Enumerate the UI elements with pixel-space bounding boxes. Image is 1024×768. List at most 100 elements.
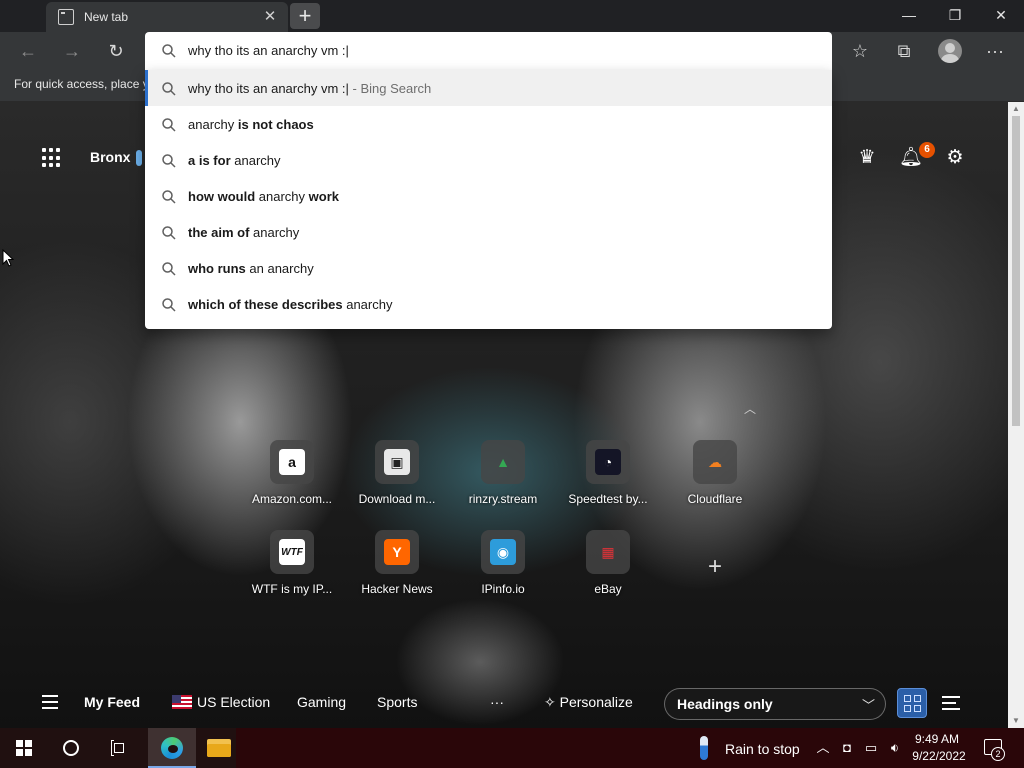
quick-link-tile[interactable]: ▣ Download m... xyxy=(351,440,443,506)
favorites-star-icon[interactable]: ☆ xyxy=(848,39,872,63)
profile-avatar[interactable] xyxy=(938,39,962,63)
settings-gear-icon[interactable]: ⚙ xyxy=(943,146,967,170)
quick-link-tile[interactable]: ☁ Cloudflare xyxy=(669,440,761,506)
search-suggestion[interactable]: why tho its an anarchy vm :| - Bing Sear… xyxy=(145,70,832,106)
search-icon xyxy=(162,190,176,204)
notification-count-badge: 6 xyxy=(919,142,935,158)
quick-link-icon-frame: a xyxy=(270,440,314,484)
quick-link-icon-frame: ◉ xyxy=(481,530,525,574)
weather-status-text[interactable]: Rain to stop xyxy=(725,741,800,757)
favorites-hint-text: For quick access, place y xyxy=(14,77,149,91)
ebay-icon: ▦ xyxy=(601,543,615,560)
meet-now-icon[interactable]: ◘ xyxy=(839,740,855,756)
app-launcher-icon[interactable] xyxy=(42,148,62,168)
suggestion-emphasis: is not chaos xyxy=(237,117,314,132)
refresh-icon[interactable]: ↻ xyxy=(104,39,128,63)
close-window-button[interactable]: ✕ xyxy=(978,0,1024,30)
suggestion-text: a is for anarchy xyxy=(188,153,281,168)
suggestion-fragment: an anarchy xyxy=(249,261,314,276)
search-icon xyxy=(162,154,176,168)
quick-link-tile[interactable]: ▲ rinzry.stream xyxy=(457,440,549,506)
weather-thermometer-icon xyxy=(136,150,142,166)
file-explorer-icon[interactable] xyxy=(207,739,231,757)
amazon-icon: a xyxy=(279,449,305,475)
search-suggestion[interactable]: the aim of anarchy xyxy=(145,214,832,250)
wtf-icon: WTF xyxy=(279,539,305,565)
suggestion-emphasis: work xyxy=(308,189,339,204)
collections-icon[interactable]: ⧉ xyxy=(892,39,916,63)
suggestion-text: the aim of anarchy xyxy=(188,225,299,240)
search-icon xyxy=(162,44,176,58)
quick-link-tile[interactable]: ◉ IPinfo.io xyxy=(457,530,549,596)
quick-link-label: Amazon.com... xyxy=(251,492,333,506)
tab-actions-menu[interactable] xyxy=(0,0,46,32)
search-icon xyxy=(162,82,176,96)
search-suggestion[interactable]: a is for anarchy xyxy=(145,142,832,178)
feed-tab-sports[interactable]: Sports xyxy=(377,694,417,710)
speedtest-icon: ◔ xyxy=(595,449,621,475)
windows-start-icon[interactable] xyxy=(16,740,32,756)
rewards-trophy-icon[interactable]: ♛ xyxy=(855,146,879,170)
feed-tab-gaming[interactable]: Gaming xyxy=(297,694,346,710)
quick-link-tile[interactable]: ▦ eBay xyxy=(562,530,654,596)
suggestion-text: why tho its an anarchy vm :| - Bing Sear… xyxy=(188,81,431,96)
clock-time[interactable]: 9:49 AM xyxy=(902,732,972,746)
quick-link-tile[interactable]: a Amazon.com... xyxy=(246,440,338,506)
feed-layout-select[interactable]: Headings only ﹀ xyxy=(664,688,886,720)
feed-tab-us-election-label: US Election xyxy=(197,694,271,710)
mouse-cursor-icon xyxy=(2,249,14,267)
weather-location[interactable]: Bronx xyxy=(90,149,130,165)
suggestion-emphasis: a is for xyxy=(188,153,235,168)
quick-link-label: Cloudflare xyxy=(687,492,743,506)
cortana-search-icon[interactable] xyxy=(63,740,79,756)
quick-link-icon-frame: ▦ xyxy=(586,530,630,574)
task-view-icon[interactable] xyxy=(111,740,127,756)
scroll-up-arrow-icon[interactable]: ▲ xyxy=(1008,102,1024,116)
add-quick-link-button[interactable]: + xyxy=(700,552,730,582)
clock-date[interactable]: 9/22/2022 xyxy=(904,749,974,763)
address-bar-input[interactable]: why tho its an anarchy vm :| xyxy=(188,43,349,58)
feed-more-button[interactable]: ··· xyxy=(490,694,504,710)
quick-link-label: IPinfo.io xyxy=(481,582,525,596)
quick-link-tile[interactable]: Y Hacker News xyxy=(351,530,443,596)
search-suggestion[interactable]: how would anarchy work xyxy=(145,178,832,214)
minimize-button[interactable]: — xyxy=(886,0,932,30)
tab-close-button[interactable]: ✕ xyxy=(260,7,280,27)
quick-link-tile[interactable]: ◔ Speedtest by... xyxy=(562,440,654,506)
feed-tab-my-feed[interactable]: My Feed xyxy=(84,694,140,710)
new-tab-button[interactable]: + xyxy=(290,3,320,29)
network-icon[interactable]: ▭ xyxy=(863,740,879,756)
edge-taskbar-button[interactable] xyxy=(148,728,196,768)
search-suggestion[interactable]: anarchy is not chaos xyxy=(145,106,832,142)
title-bar: New tab ✕ + — ❐ ✕ xyxy=(0,0,1024,32)
forward-icon[interactable]: → xyxy=(60,39,84,63)
quick-link-tile[interactable]: WTF WTF is my IP... xyxy=(246,530,338,596)
google-drive-icon: ▲ xyxy=(496,454,510,470)
more-options-icon[interactable]: ··· xyxy=(983,39,1007,63)
search-suggestion[interactable]: which of these describes anarchy xyxy=(145,286,832,322)
back-icon[interactable]: ← xyxy=(16,39,40,63)
quick-link-label: eBay xyxy=(594,582,622,596)
scroll-down-arrow-icon[interactable]: ▼ xyxy=(1008,714,1024,728)
quick-link-label: Download m... xyxy=(358,492,436,506)
quick-link-icon-frame: ☁ xyxy=(693,440,737,484)
suggestion-fragment: anarchy xyxy=(234,153,281,168)
show-hidden-icons-chevron-icon[interactable]: ︿ xyxy=(815,740,831,756)
collapse-chevron-up-icon[interactable]: ︿ xyxy=(742,400,758,416)
personalize-button[interactable]: ✧ Personalize xyxy=(544,694,633,711)
restore-button[interactable]: ❐ xyxy=(932,0,978,30)
quick-link-icon-frame: ▣ xyxy=(375,440,419,484)
weather-rain-icon[interactable] xyxy=(700,736,708,760)
suggestion-text: anarchy is not chaos xyxy=(188,117,314,132)
search-icon xyxy=(162,298,176,312)
address-bar[interactable]: why tho its an anarchy vm :| xyxy=(145,32,832,70)
feed-tab-us-election[interactable]: US Election xyxy=(172,694,270,710)
grid-layout-button[interactable] xyxy=(897,688,927,718)
search-suggestion[interactable]: who runs an anarchy xyxy=(145,250,832,286)
page-scrollbar[interactable]: ▲ ▼ xyxy=(1008,102,1024,728)
volume-icon[interactable]: 🔉︎ xyxy=(887,740,903,756)
scrollbar-thumb[interactable] xyxy=(1012,116,1020,426)
us-flag-icon xyxy=(172,695,192,709)
list-layout-button[interactable] xyxy=(936,688,966,718)
tab-new-tab[interactable]: New tab ✕ xyxy=(46,2,288,32)
